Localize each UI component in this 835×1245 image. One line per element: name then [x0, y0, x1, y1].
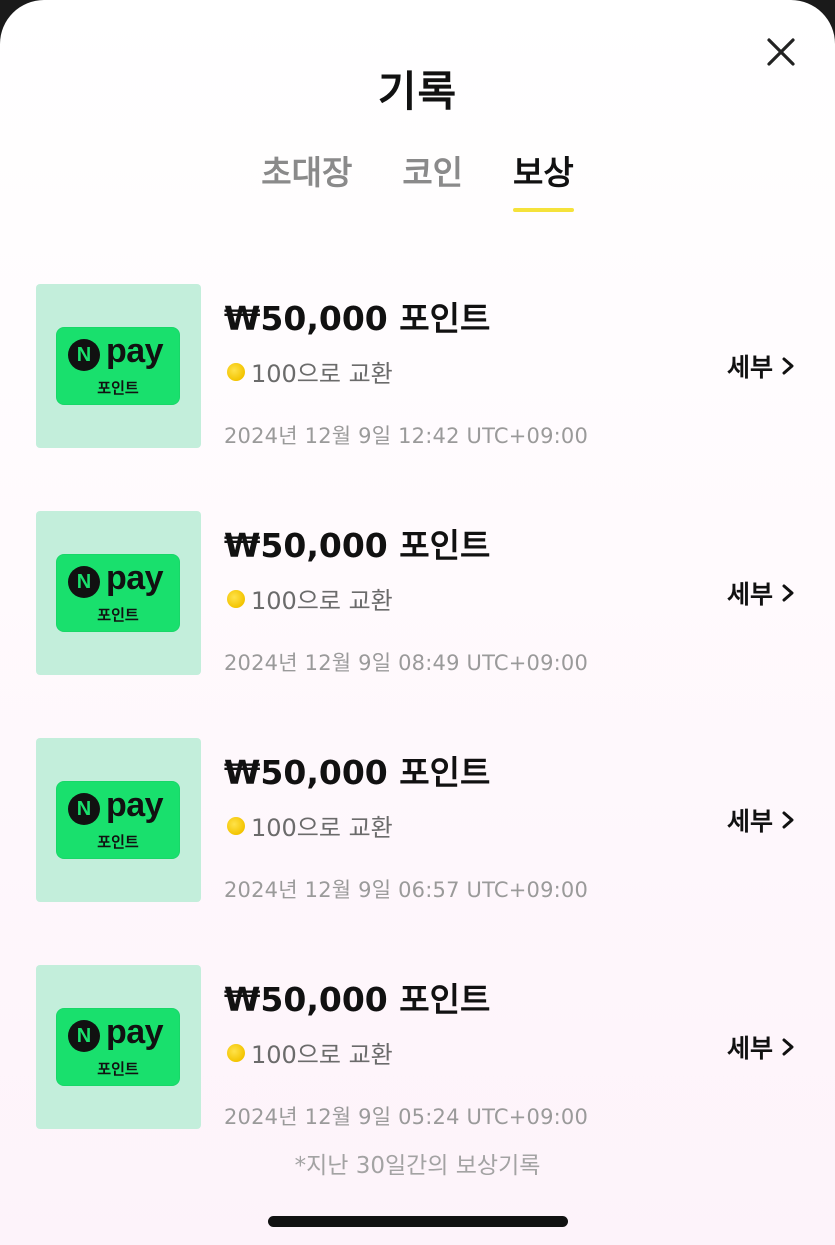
reward-exchange: 100으로 교환 — [227, 808, 393, 843]
npay-pay-text: pay — [106, 332, 164, 370]
reward-title: ₩50,000 포인트 — [224, 753, 491, 792]
npay-sub-text: 포인트 — [97, 1060, 139, 1078]
chevron-right-icon — [782, 357, 794, 375]
tab-underline — [513, 208, 574, 212]
reward-item[interactable]: N pay 포인트 ₩50,000 포인트 100으로 교환 2024년 12월… — [36, 284, 795, 448]
reward-thumbnail: N pay 포인트 — [36, 511, 201, 675]
reward-item[interactable]: N pay 포인트 ₩50,000 포인트 100으로 교환 2024년 12월… — [36, 738, 795, 902]
npay-sub-text: 포인트 — [97, 833, 139, 851]
reward-date: 2024년 12월 9일 05:24 UTC+09:00 — [224, 1105, 589, 1129]
reward-exchange: 100으로 교환 — [227, 581, 393, 616]
reward-exchange: 100으로 교환 — [227, 354, 393, 389]
reward-exchange: 100으로 교환 — [227, 1035, 393, 1070]
npay-points-logo: N pay 포인트 — [56, 554, 180, 632]
npay-n-icon: N — [68, 1020, 100, 1052]
reward-thumbnail: N pay 포인트 — [36, 738, 201, 902]
exchange-text: 100으로 교환 — [251, 587, 393, 615]
tab-rewards[interactable]: 보상 — [513, 146, 574, 212]
npay-pay-text: pay — [106, 1013, 164, 1051]
detail-label: 세부 — [726, 1034, 773, 1063]
reward-date: 2024년 12월 9일 08:49 UTC+09:00 — [224, 651, 589, 675]
detail-button[interactable]: 세부 — [727, 348, 795, 384]
reward-date: 2024년 12월 9일 06:57 UTC+09:00 — [224, 878, 589, 902]
tab-label: 코인 — [402, 153, 464, 192]
detail-label: 세부 — [726, 580, 773, 609]
exchange-text: 100으로 교환 — [251, 1041, 393, 1069]
history-footnote: *지난 30일간의 보상기록 — [294, 1153, 541, 1179]
tab-label: 보상 — [513, 153, 574, 192]
reward-title: ₩50,000 포인트 — [224, 299, 491, 338]
reward-item[interactable]: N pay 포인트 ₩50,000 포인트 100으로 교환 2024년 12월… — [36, 965, 795, 1129]
reward-date: 2024년 12월 9일 12:42 UTC+09:00 — [224, 424, 589, 448]
detail-label: 세부 — [726, 353, 773, 382]
chevron-right-icon — [782, 584, 794, 602]
home-indicator[interactable] — [268, 1216, 568, 1227]
exchange-text: 100으로 교환 — [251, 360, 393, 388]
npay-n-icon: N — [68, 339, 100, 371]
npay-n-icon: N — [68, 566, 100, 598]
coin-icon — [227, 816, 245, 835]
npay-pay-text: pay — [106, 786, 164, 824]
npay-points-logo: N pay 포인트 — [56, 1008, 180, 1086]
page-title: 기록 — [377, 67, 458, 116]
detail-button[interactable]: 세부 — [727, 802, 795, 838]
detail-button[interactable]: 세부 — [727, 575, 795, 611]
coin-icon — [227, 362, 245, 381]
chevron-right-icon — [782, 811, 794, 829]
npay-points-logo: N pay 포인트 — [56, 781, 180, 859]
tab-label: 초대장 — [261, 153, 353, 192]
tab-bar: 초대장 코인 보상 — [0, 146, 835, 212]
reward-item[interactable]: N pay 포인트 ₩50,000 포인트 100으로 교환 2024년 12월… — [36, 511, 795, 675]
reward-title: ₩50,000 포인트 — [224, 526, 491, 565]
npay-points-logo: N pay 포인트 — [56, 327, 180, 405]
chevron-right-icon — [782, 1038, 794, 1056]
reward-thumbnail: N pay 포인트 — [36, 965, 201, 1129]
reward-title: ₩50,000 포인트 — [224, 980, 491, 1019]
npay-pay-text: pay — [106, 559, 164, 597]
reward-thumbnail: N pay 포인트 — [36, 284, 201, 448]
coin-icon — [227, 1043, 245, 1062]
detail-button[interactable]: 세부 — [727, 1029, 795, 1065]
tab-coins[interactable]: 코인 — [402, 146, 463, 212]
npay-n-icon: N — [68, 793, 100, 825]
detail-label: 세부 — [726, 807, 773, 836]
reward-list: N pay 포인트 ₩50,000 포인트 100으로 교환 2024년 12월… — [36, 284, 795, 1192]
coin-icon — [227, 589, 245, 608]
npay-sub-text: 포인트 — [97, 606, 139, 624]
tab-invitations[interactable]: 초대장 — [261, 146, 352, 212]
npay-sub-text: 포인트 — [97, 379, 139, 397]
exchange-text: 100으로 교환 — [251, 814, 393, 842]
reward-history-sheet: 기록 초대장 코인 보상 N pay 포인트 ₩50,000 포인트 100으로… — [0, 0, 835, 1245]
